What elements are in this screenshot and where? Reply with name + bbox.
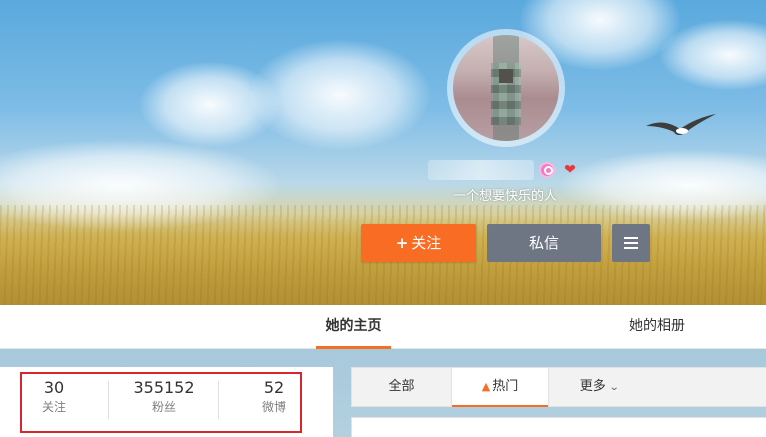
feed-tab-more-label: 更多 [579, 379, 606, 394]
avatar-image [453, 35, 559, 141]
follow-button[interactable]: + 关注 [361, 224, 476, 262]
follow-button-label: 关注 [411, 234, 442, 252]
feed-content-area [351, 417, 766, 437]
tab-her-album[interactable]: 她的相册 [618, 305, 696, 349]
fire-icon: ▲ [481, 380, 491, 393]
message-button[interactable]: 私信 [487, 224, 601, 262]
more-menu-button[interactable] [612, 224, 650, 262]
chevron-down-icon: ⌄ [608, 382, 620, 393]
feed-tab-hot[interactable]: ▲ 热门 [452, 368, 548, 407]
highlight-annotation-box [20, 372, 302, 433]
feed-tab-more[interactable]: 更多 ⌄ [549, 368, 649, 407]
cloud [140, 62, 280, 147]
feed-tab-all[interactable]: 全部 [352, 368, 451, 407]
tab-her-homepage[interactable]: 她的主页 [316, 305, 391, 349]
avatar[interactable] [447, 29, 565, 147]
avatar-pixelated-head [499, 69, 513, 83]
feed-tab-hot-label: 热门 [492, 379, 519, 394]
plus-icon: + [395, 234, 409, 252]
profile-bio: 一个想要快乐的人 [452, 189, 557, 204]
profile-tab-bar: 她的主页 她的相册 [0, 305, 766, 349]
feed-filter-tabs: 全部 ▲ 热门 更多 ⌄ [351, 367, 766, 407]
gender-female-icon [539, 162, 555, 178]
bird-icon [646, 114, 716, 135]
username-blurred [428, 160, 534, 180]
heart-badge-icon[interactable]: ❤ [561, 162, 579, 178]
